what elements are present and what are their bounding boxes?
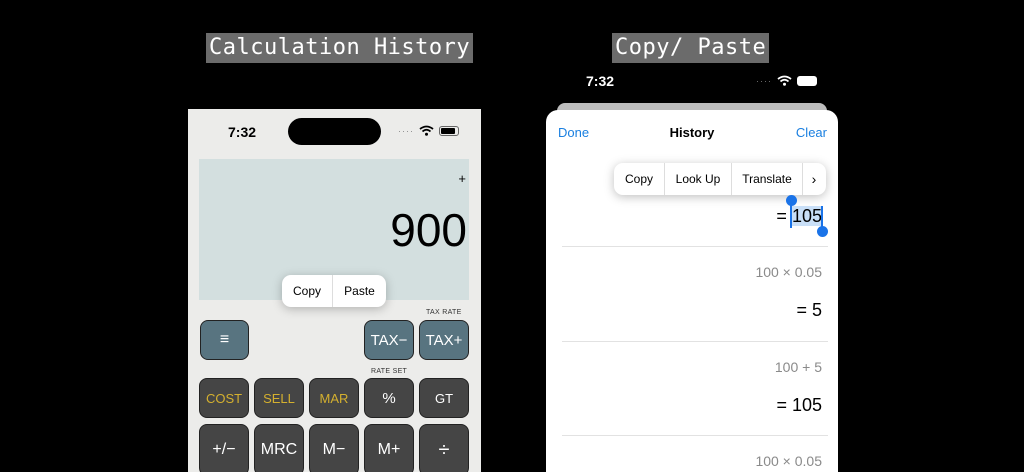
right-status-bar: 7:32 ···· bbox=[546, 72, 838, 94]
context-menu: Copy Look Up Translate › bbox=[614, 163, 826, 195]
copy-paste-popup: Copy Paste bbox=[282, 275, 386, 307]
rate-set-label: RATE SET bbox=[371, 368, 408, 375]
right-battery-icon bbox=[797, 75, 817, 86]
mar-button[interactable]: MAR bbox=[309, 378, 359, 418]
display-value: 900 bbox=[390, 204, 467, 256]
tax-minus-button[interactable]: TAX− bbox=[364, 320, 414, 360]
plus-minus-button[interactable]: +/− bbox=[199, 424, 249, 472]
menu-translate[interactable]: Translate bbox=[732, 163, 802, 195]
sell-button[interactable]: SELL bbox=[254, 378, 304, 418]
tax-rate-label: TAX RATE bbox=[426, 309, 462, 316]
history-divider bbox=[562, 246, 828, 247]
history-divider bbox=[562, 341, 828, 342]
gt-button[interactable]: GT bbox=[419, 378, 469, 418]
history-expression[interactable]: 100 × 0.05 bbox=[755, 453, 822, 469]
history-divider bbox=[562, 435, 828, 436]
history-sheet: Done History Clear Copy Look Up Translat… bbox=[546, 110, 838, 472]
mrc-button[interactable]: MRC bbox=[254, 424, 304, 472]
history-result[interactable]: = 5 bbox=[796, 300, 822, 321]
clear-button[interactable]: Clear bbox=[796, 125, 827, 140]
m-minus-button[interactable]: M− bbox=[309, 424, 359, 472]
menu-more-chevron-icon[interactable]: › bbox=[803, 163, 825, 195]
right-status-icons: ···· bbox=[756, 75, 817, 86]
history-expression[interactable]: 100 × 0.05 bbox=[755, 264, 822, 280]
status-time: 7:32 bbox=[228, 124, 257, 140]
cellular-icon: ···· bbox=[398, 125, 414, 136]
history-button[interactable]: ≡ bbox=[200, 320, 249, 360]
right-wifi-icon bbox=[777, 75, 792, 86]
calculator-screen: 7:32 ···· + 900 Copy Paste TAX RATE ≡ TA… bbox=[188, 109, 481, 472]
popup-paste-button[interactable]: Paste bbox=[333, 275, 386, 307]
history-expression[interactable]: 100 + 5 bbox=[775, 359, 822, 375]
divide-button[interactable]: ÷ bbox=[419, 424, 469, 472]
menu-look-up[interactable]: Look Up bbox=[665, 163, 731, 195]
right-cellular-icon: ···· bbox=[756, 75, 772, 86]
history-title: History bbox=[669, 125, 715, 140]
battery-icon bbox=[439, 125, 459, 136]
status-icons: ···· bbox=[398, 125, 459, 136]
percent-button[interactable]: % bbox=[364, 378, 414, 418]
wifi-icon bbox=[419, 125, 434, 136]
left-caption: Calculation History bbox=[206, 33, 474, 63]
right-status-time: 7:32 bbox=[586, 73, 615, 89]
dynamic-island bbox=[288, 118, 381, 145]
history-result-selected[interactable]: = 105 bbox=[776, 206, 822, 227]
selection-end-handle[interactable] bbox=[817, 226, 828, 237]
selected-text[interactable]: 105 bbox=[791, 206, 822, 226]
history-result[interactable]: = 105 bbox=[776, 395, 822, 416]
menu-copy[interactable]: Copy bbox=[614, 163, 664, 195]
right-caption: Copy/ Paste bbox=[612, 33, 770, 63]
cost-button[interactable]: COST bbox=[199, 378, 249, 418]
operator-indicator: + bbox=[458, 171, 466, 186]
popup-copy-button[interactable]: Copy bbox=[282, 275, 332, 307]
selection-end-caret bbox=[821, 206, 823, 228]
m-plus-button[interactable]: M+ bbox=[364, 424, 414, 472]
tax-plus-button[interactable]: TAX+ bbox=[419, 320, 469, 360]
result-prefix: = bbox=[776, 206, 787, 226]
selection-start-caret bbox=[790, 202, 792, 228]
